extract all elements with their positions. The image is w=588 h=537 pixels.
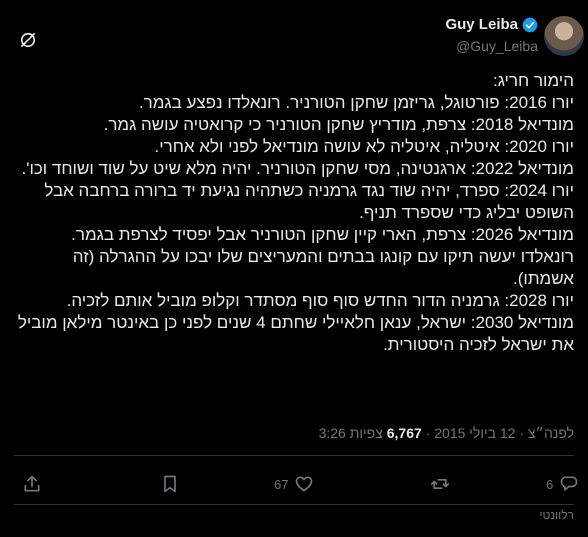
- share-icon: [24, 475, 40, 492]
- share-button[interactable]: [22, 470, 42, 498]
- grok-icon[interactable]: [18, 30, 38, 50]
- like-button[interactable]: 67: [274, 470, 314, 498]
- reply-count: 6: [546, 476, 554, 492]
- author-handle[interactable]: @Guy_Leiba: [456, 38, 538, 54]
- retweet-button[interactable]: [424, 470, 450, 498]
- verified-badge-icon: [522, 17, 538, 32]
- meta-separator: ·: [425, 425, 431, 441]
- tweet-line: הימור חריג:: [492, 71, 574, 90]
- tweet-header: Guy Leiba @Guy_Leiba: [0, 12, 588, 60]
- author-name[interactable]: Guy Leiba: [445, 16, 518, 33]
- tweet-line: יורו 2016: פורטוגל, גריזמן שחקן הטורניר.…: [138, 93, 574, 112]
- tweet-line: מונדיאל 2030: ישראל, ענאן חלאיילי שחתם 4…: [17, 313, 574, 354]
- bookmark-button[interactable]: [160, 470, 180, 498]
- meta-separator: ·: [519, 425, 525, 441]
- tweet-line: יורו 2024: ספרד, יהיה שוד נגד גרמניה כשת…: [44, 181, 574, 222]
- tweet-line: מונדיאל 2026: צרפת, הארי קיין שחקן הטורנ…: [71, 225, 574, 288]
- avatar[interactable]: [544, 16, 584, 56]
- views-count: 6,767: [386, 425, 422, 441]
- tweet-line: מונדיאל 2018: צרפת, מודריץ שחקן הטורניר …: [103, 115, 574, 134]
- views-label: צפיות: [349, 425, 383, 441]
- tweet-meta: 3:26 לפנה״צ · 12 ביולי 2015 · 6,767 צפיו…: [14, 425, 574, 441]
- like-count: 67: [274, 476, 289, 492]
- reply-button[interactable]: 6: [546, 470, 579, 498]
- action-bar: 67 6: [14, 470, 578, 498]
- replies-sort-label[interactable]: רלוונטי: [539, 508, 574, 522]
- divider: [14, 504, 574, 505]
- heart-icon: [296, 476, 313, 492]
- tweet-line: מונדיאל 2022: ארגנטינה, מסי שחקן הטורניר…: [21, 159, 574, 178]
- tweet-date[interactable]: 12 ביולי 2015: [434, 425, 515, 441]
- bookmark-icon: [164, 475, 176, 493]
- divider: [14, 455, 574, 456]
- tweet-line: יורו 2020: איטליה, איטליה לא עושה מונדיא…: [154, 137, 574, 156]
- tweet-line: יורו 2028: גרמניה הדור החדש סוף סוף מסתד…: [66, 291, 574, 310]
- tweet-card: Guy Leiba @Guy_Leiba הימור חריג: יורו 20…: [0, 0, 588, 537]
- retweet-icon: [430, 479, 450, 489]
- tweet-text: הימור חריג: יורו 2016: פורטוגל, גריזמן ש…: [14, 70, 574, 356]
- reply-icon: [560, 476, 578, 491]
- author-name-row[interactable]: Guy Leiba: [445, 16, 538, 33]
